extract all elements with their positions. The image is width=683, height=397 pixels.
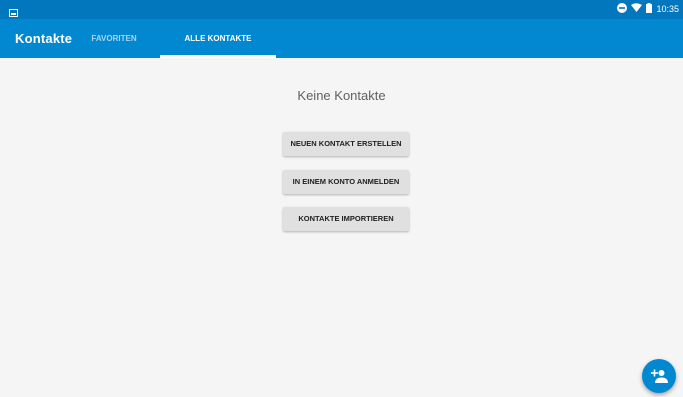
tab-all-contacts[interactable]: ALLE KONTAKTE	[160, 19, 276, 58]
clock: 10:35	[656, 4, 679, 14]
sign-in-account-button[interactable]: IN EINEM KONTO ANMELDEN	[283, 170, 409, 194]
status-icons: 10:35	[617, 2, 679, 17]
app-bar: Kontakte FAVORITEN ALLE KONTAKTE	[0, 19, 683, 58]
tab-favorites[interactable]: FAVORITEN	[78, 19, 150, 58]
status-bar: 10:35	[0, 0, 683, 19]
add-contact-fab[interactable]	[642, 359, 676, 393]
battery-icon	[646, 2, 653, 17]
do-not-disturb-icon	[617, 2, 628, 17]
empty-state-message: Keine Kontakte	[297, 88, 386, 103]
create-contact-button[interactable]: NEUEN KONTAKT ERSTELLEN	[283, 132, 409, 156]
app-title: Kontakte	[15, 31, 73, 46]
tab-selected-indicator	[160, 55, 276, 58]
add-contact-icon	[651, 369, 668, 383]
wifi-icon	[631, 3, 643, 16]
import-contacts-button[interactable]: KONTAKTE IMPORTIEREN	[283, 207, 409, 231]
